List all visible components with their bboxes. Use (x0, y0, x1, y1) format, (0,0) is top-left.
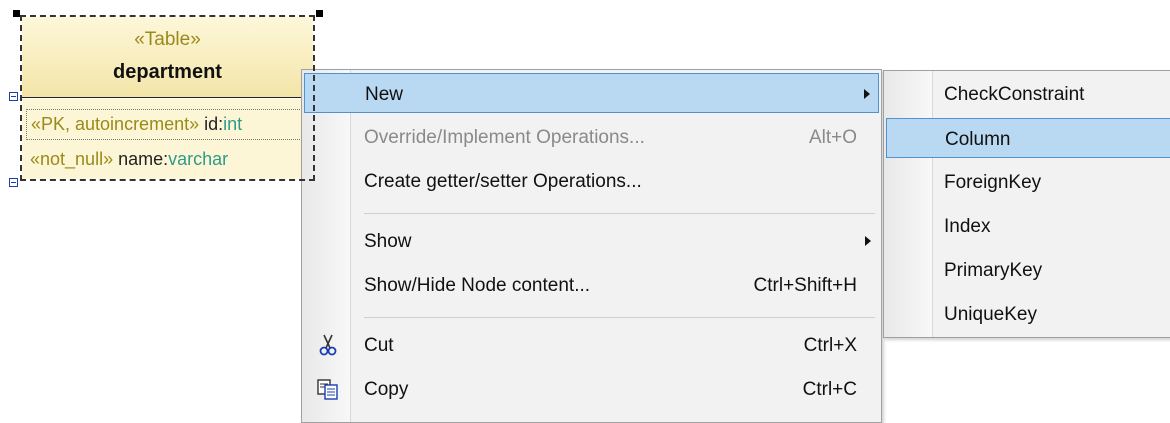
menu-item-label: ForeignKey (944, 172, 1042, 193)
menu-item-shortcut: Alt+O (808, 127, 857, 148)
submenu-arrow-icon (865, 236, 871, 246)
menu-separator (364, 213, 875, 214)
menu-item-label: Show (364, 231, 412, 252)
attribute-name: id (204, 114, 219, 134)
menu-item-shortcut: Ctrl+Shift+H (753, 275, 857, 296)
submenu-arrow-icon (864, 89, 870, 99)
menu-item-shortcut: Ctrl+C (802, 379, 857, 400)
attribute-type: int (223, 114, 243, 134)
attribute-row[interactable]: «PK, autoincrement» id:int (26, 109, 314, 140)
menu-item-label: Index (944, 216, 991, 237)
menu-item-label: Create getter/setter Operations... (364, 171, 642, 192)
uml-table-node[interactable]: «Table» department «PK, autoincrement» i… (20, 15, 315, 181)
table-name[interactable]: department (22, 61, 313, 84)
menu-item-create-getter-setter[interactable]: Create getter/setter Operations... (304, 161, 879, 201)
submenu-item-index[interactable]: Index (886, 206, 1170, 246)
attribute-stereotype: «not_null» (30, 149, 114, 169)
submenu-item-uniquekey[interactable]: UniqueKey (886, 294, 1170, 334)
menu-item-label: Copy (364, 379, 409, 400)
resize-handle-top-right[interactable] (316, 10, 323, 17)
attribute-stereotype: «PK, autoincrement» (31, 114, 200, 134)
table-attributes: «PK, autoincrement» id:int «not_null» na… (22, 99, 314, 179)
context-menu: New Override/Implement Operations... Alt… (301, 69, 882, 423)
menu-item-override-implement[interactable]: Override/Implement Operations... Alt+O (304, 117, 879, 157)
menu-separator (364, 317, 875, 318)
submenu-item-column[interactable]: Column (886, 118, 1170, 158)
menu-item-show[interactable]: Show (304, 221, 879, 261)
collapse-icon[interactable] (9, 178, 18, 187)
submenu-item-checkconstraint[interactable]: CheckConstraint (886, 74, 1170, 114)
menu-item-label: Cut (364, 335, 394, 356)
attribute-row[interactable]: «not_null» name:varchar (30, 149, 228, 170)
table-stereotype: «Table» (134, 29, 201, 50)
menu-item-label: New (365, 84, 404, 105)
menu-item-copy[interactable]: Copy Ctrl+C (304, 369, 879, 409)
table-header: «Table» department (22, 17, 313, 98)
menu-item-new[interactable]: New (304, 73, 879, 113)
submenu-item-foreignkey[interactable]: ForeignKey (886, 162, 1170, 202)
copy-icon (316, 377, 340, 401)
collapse-icon[interactable] (9, 92, 18, 101)
menu-item-label: CheckConstraint (944, 84, 1085, 105)
menu-item-shortcut: Ctrl+X (803, 335, 857, 356)
menu-item-show-hide-node-content[interactable]: Show/Hide Node content... Ctrl+Shift+H (304, 265, 879, 305)
menu-item-label: Show/Hide Node content... (364, 275, 591, 296)
menu-item-label: Override/Implement Operations... (364, 127, 645, 148)
attribute-name: name (118, 149, 164, 169)
menu-item-label: Column (945, 129, 1011, 150)
submenu-item-primarykey[interactable]: PrimaryKey (886, 250, 1170, 290)
scissors-icon (316, 333, 340, 357)
attribute-type: varchar (168, 149, 229, 169)
menu-item-label: UniqueKey (944, 304, 1037, 325)
menu-item-cut[interactable]: Cut Ctrl+X (304, 325, 879, 365)
menu-item-label: PrimaryKey (944, 260, 1043, 281)
resize-handle-top-left[interactable] (13, 10, 20, 17)
submenu-new: CheckConstraint Column ForeignKey Index … (883, 70, 1170, 338)
